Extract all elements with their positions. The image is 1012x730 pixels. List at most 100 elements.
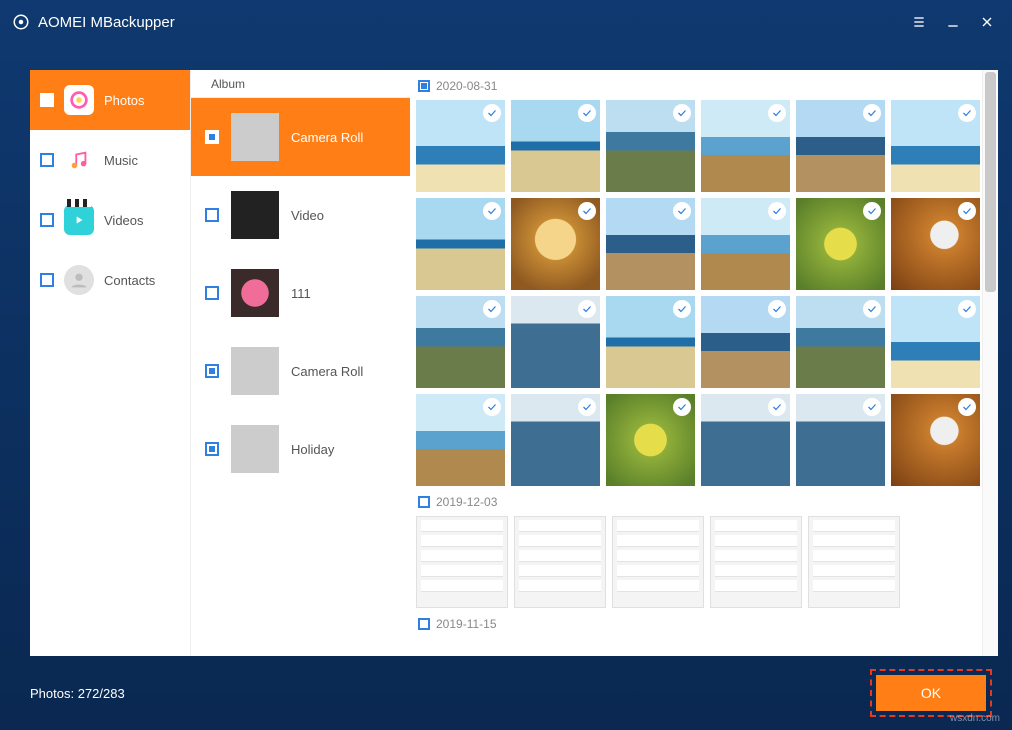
- checkbox-icon[interactable]: [40, 153, 54, 167]
- check-icon: [768, 300, 786, 318]
- album-list: Camera Roll Video 111 Camera Roll: [191, 98, 410, 656]
- check-icon: [673, 398, 691, 416]
- photo-grid-scroll[interactable]: 2020-08-31: [410, 70, 982, 656]
- check-icon: [673, 202, 691, 220]
- photo-thumb[interactable]: [511, 296, 600, 388]
- photo-thumb[interactable]: [796, 198, 885, 290]
- checkbox-icon[interactable]: [40, 93, 54, 107]
- album-thumb: [231, 425, 279, 473]
- check-icon: [863, 104, 881, 122]
- scrollbar[interactable]: [982, 70, 998, 656]
- photo-thumb[interactable]: [701, 100, 790, 192]
- album-item[interactable]: Camera Roll: [191, 98, 410, 176]
- list-view-icon[interactable]: [902, 5, 936, 39]
- contacts-icon: [64, 265, 94, 295]
- photo-thumb[interactable]: [606, 100, 695, 192]
- photo-thumb[interactable]: [701, 394, 790, 486]
- photo-thumb[interactable]: [796, 296, 885, 388]
- music-icon: [64, 145, 94, 175]
- checkbox-icon[interactable]: [40, 213, 54, 227]
- photo-thumb[interactable]: [606, 198, 695, 290]
- group-date: 2019-11-15: [436, 617, 497, 631]
- album-thumb: [231, 347, 279, 395]
- ok-highlight: OK: [870, 669, 992, 717]
- checkbox-icon[interactable]: [205, 364, 219, 378]
- checkbox-icon[interactable]: [205, 442, 219, 456]
- photo-thumb[interactable]: [701, 296, 790, 388]
- check-icon: [768, 202, 786, 220]
- group-date: 2019-12-03: [436, 495, 497, 509]
- group-date: 2020-08-31: [436, 79, 497, 93]
- photo-thumb[interactable]: [891, 394, 980, 486]
- sidebar-item-music[interactable]: Music: [30, 130, 190, 190]
- check-icon: [958, 104, 976, 122]
- checkbox-icon[interactable]: [418, 80, 430, 92]
- checkbox-icon[interactable]: [418, 618, 430, 630]
- status-text: Photos: 272/283: [30, 686, 125, 701]
- check-icon: [483, 300, 501, 318]
- photo-thumb[interactable]: [514, 516, 606, 608]
- close-button[interactable]: [970, 5, 1004, 39]
- title-bar: AOMEI MBackupper: [0, 0, 1012, 44]
- checkbox-icon[interactable]: [40, 273, 54, 287]
- photo-grid-area: 2020-08-31: [410, 70, 998, 656]
- checkbox-icon[interactable]: [205, 286, 219, 300]
- sidebar-item-videos[interactable]: Videos: [30, 190, 190, 250]
- photo-thumb[interactable]: [796, 100, 885, 192]
- photo-thumb[interactable]: [796, 394, 885, 486]
- minimize-button[interactable]: [936, 5, 970, 39]
- photo-thumb[interactable]: [416, 296, 505, 388]
- photo-group-header[interactable]: 2019-11-15: [418, 614, 980, 634]
- photo-group-header[interactable]: 2019-12-03: [418, 492, 980, 512]
- check-icon: [768, 104, 786, 122]
- sidebar-item-photos[interactable]: Photos: [30, 70, 190, 130]
- album-thumb: [231, 191, 279, 239]
- checkbox-icon[interactable]: [418, 496, 430, 508]
- album-item[interactable]: Video: [191, 176, 410, 254]
- photo-thumb[interactable]: [416, 394, 505, 486]
- photo-thumb[interactable]: [606, 394, 695, 486]
- check-icon: [483, 104, 501, 122]
- checkbox-icon[interactable]: [205, 130, 219, 144]
- photo-thumb[interactable]: [511, 100, 600, 192]
- photo-thumb[interactable]: [808, 516, 900, 608]
- photo-thumb[interactable]: [416, 100, 505, 192]
- sidebar-item-contacts[interactable]: Contacts: [30, 250, 190, 310]
- check-icon: [863, 202, 881, 220]
- app-window: AOMEI MBackupper Photos: [0, 0, 1012, 730]
- photo-thumb[interactable]: [416, 198, 505, 290]
- album-header: Album: [191, 70, 410, 98]
- photo-thumb[interactable]: [416, 516, 508, 608]
- check-icon: [673, 104, 691, 122]
- category-sidebar: Photos Music Videos: [30, 70, 190, 656]
- check-icon: [673, 300, 691, 318]
- check-icon: [958, 398, 976, 416]
- check-icon: [863, 300, 881, 318]
- sidebar-item-label: Contacts: [104, 273, 155, 288]
- check-icon: [958, 300, 976, 318]
- photo-thumb[interactable]: [511, 198, 600, 290]
- photo-thumb[interactable]: [511, 394, 600, 486]
- checkbox-icon[interactable]: [205, 208, 219, 222]
- album-item[interactable]: 111: [191, 254, 410, 332]
- photo-thumb[interactable]: [710, 516, 802, 608]
- check-icon: [863, 398, 881, 416]
- videos-icon: [64, 205, 94, 235]
- album-item[interactable]: Holiday: [191, 410, 410, 488]
- ok-button[interactable]: OK: [876, 675, 986, 711]
- photo-thumb[interactable]: [612, 516, 704, 608]
- album-item[interactable]: Camera Roll: [191, 332, 410, 410]
- album-label: Camera Roll: [291, 364, 363, 379]
- photo-thumb[interactable]: [701, 198, 790, 290]
- check-icon: [578, 398, 596, 416]
- sidebar-item-label: Music: [104, 153, 138, 168]
- photo-thumb[interactable]: [891, 296, 980, 388]
- photo-thumb[interactable]: [891, 100, 980, 192]
- photo-thumb[interactable]: [891, 198, 980, 290]
- photos-icon: [64, 85, 94, 115]
- sidebar-item-label: Photos: [104, 93, 144, 108]
- photo-group-header[interactable]: 2020-08-31: [418, 76, 980, 96]
- album-label: Holiday: [291, 442, 334, 457]
- photo-thumb[interactable]: [606, 296, 695, 388]
- scrollbar-thumb[interactable]: [985, 72, 996, 292]
